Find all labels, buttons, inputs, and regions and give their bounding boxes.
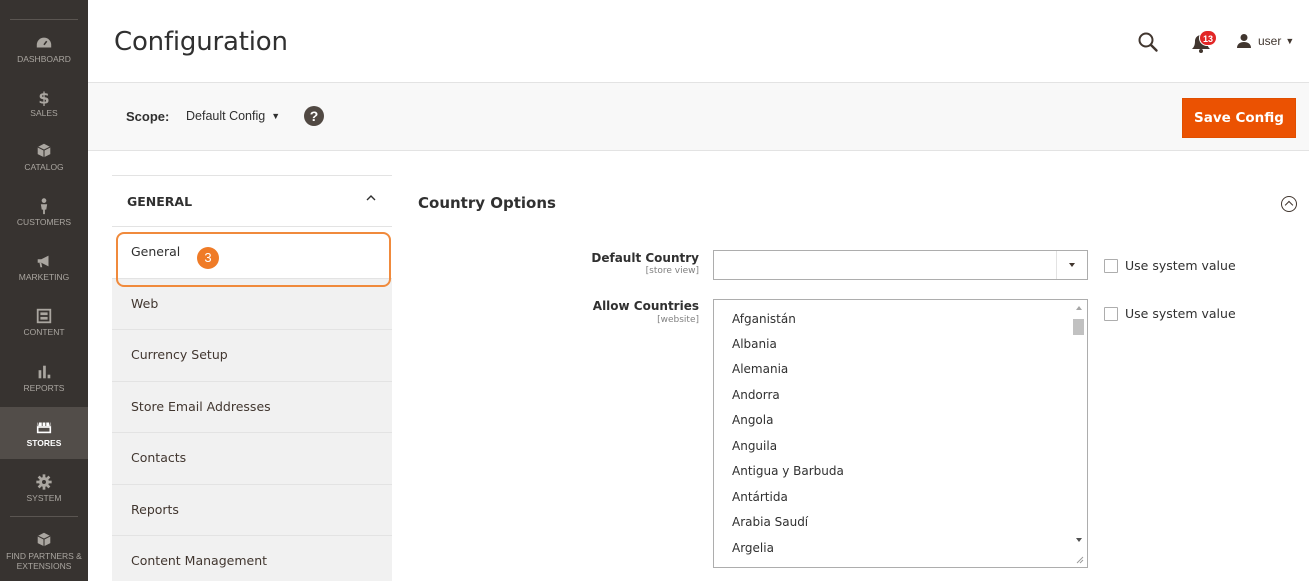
default-country-label: Default Country — [591, 251, 699, 265]
nav-label: SALES — [30, 108, 58, 118]
scroll-up-arrow-icon[interactable] — [1076, 306, 1082, 310]
country-option[interactable]: Afganistán — [732, 312, 796, 326]
page-actions-bar: Scope: Default Config ▼ ? Save Config — [88, 82, 1309, 151]
tab-general[interactable]: General — [112, 227, 392, 279]
tab-label: General — [131, 244, 181, 259]
nav-item-find-partners[interactable]: FIND PARTNERS & EXTENSIONS — [0, 522, 88, 580]
nav-label: STORES — [26, 438, 62, 448]
allow-countries-label: Allow Countries — [592, 299, 699, 313]
puzzle-box-icon — [37, 532, 51, 547]
allow-countries-multiselect[interactable]: Afganistán Albania Alemania Andorra Ango… — [713, 299, 1088, 568]
tab-label: Currency Setup — [131, 347, 228, 362]
tab-content-management[interactable]: Content Management — [112, 536, 392, 581]
country-option[interactable]: Antigua y Barbuda — [732, 464, 844, 478]
checkbox-label: Use system value — [1125, 258, 1236, 273]
default-country-use-system-value[interactable]: Use system value — [1104, 258, 1236, 273]
tabs-list: General Web Currency Setup Store Email A… — [112, 227, 392, 581]
save-config-button[interactable]: Save Config — [1182, 98, 1296, 138]
chevron-up-icon — [366, 195, 376, 201]
nav-item-reports[interactable]: REPORTS — [0, 352, 88, 404]
nav-item-customers[interactable]: CUSTOMERS — [0, 186, 88, 238]
nav-item-content[interactable]: CONTENT — [0, 296, 88, 348]
nav-label: FIND PARTNERS & EXTENSIONS — [6, 551, 82, 571]
user-menu[interactable]: user ▼ — [1236, 31, 1294, 51]
chevron-down-icon — [1056, 251, 1087, 279]
nav-label: CUSTOMERS — [16, 217, 72, 227]
default-country-scope: [store view] — [645, 266, 699, 276]
country-option[interactable]: Alemania — [732, 362, 788, 376]
nav-label: DASHBOARD — [17, 54, 71, 64]
dollar-icon: $ — [38, 88, 49, 106]
nav-item-system[interactable]: SYSTEM — [0, 462, 88, 514]
tab-label: Web — [131, 295, 159, 311]
storefront-icon — [36, 422, 52, 434]
page-title: Configuration — [114, 27, 288, 57]
checkbox[interactable] — [1104, 258, 1118, 273]
tab-label: Store Email Addresses — [131, 398, 271, 414]
scope-label: Scope: — [126, 109, 170, 124]
nav-item-sales[interactable]: $ SALES — [0, 77, 88, 129]
user-name: user — [1258, 34, 1282, 48]
country-option[interactable]: Albania — [732, 337, 777, 351]
section-title[interactable]: Country Options — [418, 194, 556, 212]
checkbox-label: Use system value — [1125, 306, 1236, 321]
scope-switcher[interactable]: Default Config ▼ — [186, 109, 280, 123]
gear-icon — [36, 474, 52, 490]
nav-divider — [10, 19, 78, 20]
collapse-toggle-icon[interactable] — [1281, 196, 1297, 212]
country-option[interactable]: Anguila — [732, 439, 777, 453]
checkbox[interactable] — [1104, 306, 1118, 321]
search-icon[interactable] — [1136, 30, 1160, 54]
admin-sidebar: DASHBOARD $ SALES CATALOG CUSTOMERS MARK… — [0, 0, 88, 581]
scroll-down-arrow-icon[interactable] — [1076, 538, 1082, 542]
svg-text:$: $ — [38, 88, 49, 106]
nav-item-catalog[interactable]: CATALOG — [0, 131, 88, 183]
dashboard-icon — [36, 37, 52, 48]
resize-grip-icon[interactable] — [1075, 555, 1084, 564]
tab-store-email-addresses[interactable]: Store Email Addresses — [112, 381, 392, 433]
user-icon — [1237, 34, 1251, 48]
nav-label: CONTENT — [23, 327, 65, 337]
nav-item-dashboard[interactable]: DASHBOARD — [0, 23, 88, 75]
config-tabs: GENERAL General Web Currency Setup Store… — [112, 175, 392, 581]
scope-value: Default Config — [186, 109, 266, 123]
help-icon[interactable]: ? — [304, 106, 324, 126]
nav-label: CATALOG — [24, 162, 64, 172]
bar-chart-icon — [38, 365, 51, 379]
chevron-down-icon: ▼ — [271, 111, 281, 121]
tab-label: Reports — [131, 501, 179, 517]
nav-label: REPORTS — [23, 383, 65, 393]
scrollbar[interactable] — [1072, 302, 1085, 565]
tab-group-general[interactable]: GENERAL — [112, 175, 392, 227]
nav-item-marketing[interactable]: MARKETING — [0, 241, 88, 293]
tab-label: Contacts — [131, 450, 187, 465]
nav-label: SYSTEM — [26, 493, 62, 503]
layout-icon — [36, 308, 52, 324]
default-country-select[interactable] — [713, 250, 1088, 280]
allow-countries-scope: [website] — [657, 315, 699, 325]
country-option[interactable]: Argelia — [732, 541, 774, 555]
chevron-down-icon: ▼ — [1285, 36, 1295, 46]
nav-label: MARKETING — [18, 272, 70, 282]
tab-currency-setup[interactable]: Currency Setup — [112, 330, 392, 382]
tab-contacts[interactable]: Contacts — [112, 433, 392, 485]
nav-divider — [10, 516, 78, 517]
tab-label: Content Management — [131, 553, 268, 568]
country-option[interactable]: Arabia Saudí — [732, 515, 808, 529]
scrollbar-thumb[interactable] — [1073, 319, 1084, 335]
megaphone-icon — [37, 255, 49, 268]
country-option[interactable]: Angola — [732, 413, 773, 427]
box-icon — [37, 143, 51, 158]
country-option[interactable]: Andorra — [732, 388, 780, 402]
tab-web[interactable]: Web — [112, 278, 392, 330]
person-icon — [40, 198, 48, 215]
tab-reports[interactable]: Reports — [112, 484, 392, 536]
notification-count-badge[interactable]: 13 — [1199, 30, 1218, 46]
step-number-badge: 3 — [197, 247, 219, 269]
allow-countries-use-system-value[interactable]: Use system value — [1104, 306, 1236, 321]
country-option[interactable]: Antártida — [732, 490, 788, 504]
tab-group-title: GENERAL — [127, 194, 193, 209]
nav-item-stores[interactable]: STORES — [0, 407, 88, 459]
